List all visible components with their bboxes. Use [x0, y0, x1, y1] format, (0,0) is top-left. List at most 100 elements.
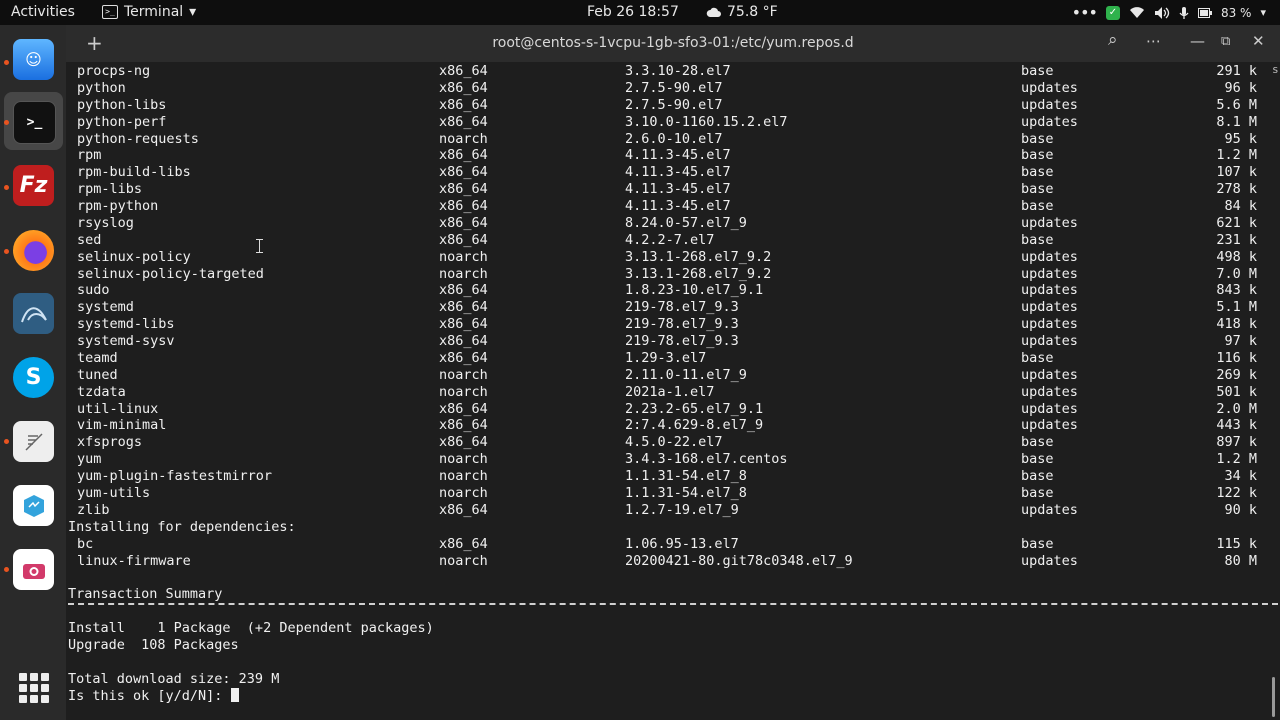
skype-icon[interactable]: S [13, 357, 54, 398]
package-arch: noarch [439, 451, 488, 468]
package-row: yum noarch 3.4.3-168.el7.centos base 1.2 M [66, 451, 1266, 468]
close-button[interactable]: ✕ [1252, 32, 1265, 50]
app-name: Terminal [124, 4, 184, 20]
weather-indicator[interactable]: 75.8 °F [706, 4, 778, 20]
package-name: xfsprogs [77, 434, 143, 451]
package-name: yum-plugin-fastestmirror [77, 468, 273, 485]
package-version: 2021a-1.el7 [625, 383, 715, 400]
package-name: systemd-libs [77, 316, 175, 333]
confirm-prompt[interactable]: Is this ok [y/d/N]: [68, 687, 239, 704]
package-name: sudo [77, 282, 110, 299]
filezilla-icon[interactable]: Fz [13, 165, 54, 206]
package-version: 4.11.3-45.el7 [625, 181, 731, 198]
package-version: 2.6.0-10.el7 [625, 130, 723, 147]
package-name: bc [77, 535, 94, 552]
package-size: 95 k [1224, 130, 1257, 147]
green-check-icon[interactable]: ✓ [1105, 5, 1120, 20]
package-repo: updates [1021, 113, 1078, 130]
package-row: selinux-policy-targeted noarch 3.13.1-268.… [66, 266, 1266, 283]
package-version: 20200421-80.git78c0348.el7_9 [625, 552, 853, 569]
package-row: systemd x86_64 219-78.el7_9.3 updates 5.1 M [66, 299, 1266, 316]
package-repo: updates [1021, 248, 1078, 265]
package-size: 107 k [1216, 164, 1257, 181]
chevron-down-icon[interactable]: ▾ [1260, 6, 1266, 19]
package-arch: x86_64 [439, 164, 488, 181]
battery-icon[interactable] [1197, 7, 1212, 18]
screenshot-icon[interactable] [13, 549, 54, 590]
package-row: vim-minimal x86_64 2:7.4.629-8.el7_9 update… [66, 417, 1266, 434]
package-size: 621 k [1216, 214, 1257, 231]
package-arch: x86_64 [439, 198, 488, 215]
package-version: 3.3.10-28.el7 [625, 63, 731, 79]
maximize-button[interactable]: ⧉ [1221, 34, 1230, 49]
package-version: 1.1.31-54.el7_8 [625, 468, 747, 485]
package-version: 2.7.5-90.el7 [625, 79, 723, 96]
package-name: systemd-sysv [77, 333, 175, 350]
package-row: sudo x86_64 1.8.23-10.el7_9.1 updates 843 k [66, 282, 1266, 299]
finder-icon[interactable]: ☺ [13, 39, 54, 80]
package-version: 219-78.el7_9.3 [625, 333, 739, 350]
package-version: 2.11.0-11.el7_9 [625, 366, 747, 383]
mysql-workbench-icon[interactable] [13, 293, 54, 334]
text-editor-icon[interactable] [13, 421, 54, 462]
package-size: 122 k [1216, 485, 1257, 501]
terminal-output[interactable]: procps-ng x86_64 3.3.10-28.el7 base 291 k pyt… [66, 62, 1280, 720]
search-icon[interactable]: ⌕ [1108, 30, 1118, 50]
separator-line [68, 603, 1278, 605]
package-version: 2.23.2-65.el7_9.1 [625, 400, 764, 417]
terminal-icon[interactable]: >_ [13, 101, 56, 144]
activities-button[interactable]: Activities [11, 4, 75, 20]
package-arch: x86_64 [439, 79, 488, 96]
running-indicator [4, 185, 9, 190]
menu-icon[interactable]: ⋯ [1146, 32, 1161, 50]
package-size: 291 k [1216, 63, 1257, 79]
package-repo: updates [1021, 333, 1078, 350]
package-arch: x86_64 [439, 434, 488, 451]
package-size: 84 k [1224, 198, 1257, 215]
package-name: procps-ng [77, 63, 151, 79]
scrollbar[interactable] [1272, 677, 1275, 717]
package-row: rpm-build-libs x86_64 4.11.3-45.el7 base 107… [66, 164, 1266, 181]
menu-dots-icon[interactable]: ••• [1072, 3, 1098, 22]
app-icon[interactable] [13, 485, 54, 526]
package-size: 96 k [1224, 79, 1257, 96]
package-repo: base [1021, 147, 1054, 164]
terminal-window[interactable]: + root@centos-s-1vcpu-1gb-sfo3-01:/etc/y… [66, 25, 1280, 720]
package-row: python-requests noarch 2.6.0-10.el7 base 95 … [66, 131, 1266, 148]
window-titlebar[interactable]: + root@centos-s-1vcpu-1gb-sfo3-01:/etc/y… [66, 25, 1280, 62]
top-bar: Activities >_ Terminal ▾ Feb 26 18:57 75… [0, 0, 1280, 25]
running-indicator [4, 567, 9, 572]
firefox-icon[interactable] [13, 230, 54, 271]
package-version: 8.24.0-57.el7_9 [625, 214, 747, 231]
package-arch: x86_64 [439, 282, 488, 299]
clock[interactable]: Feb 26 18:57 [587, 4, 679, 20]
grid-icon[interactable] [19, 673, 49, 703]
package-repo: updates [1021, 79, 1078, 96]
wifi-icon[interactable] [1129, 6, 1145, 19]
running-indicator [4, 249, 9, 254]
package-version: 3.10.0-1160.15.2.el7 [625, 113, 788, 130]
package-size: 418 k [1216, 316, 1257, 333]
package-version: 3.13.1-268.el7_9.2 [625, 265, 772, 282]
package-name: rpm [77, 147, 102, 164]
minimize-button[interactable]: — [1190, 32, 1205, 50]
mic-icon[interactable] [1179, 6, 1189, 20]
package-arch: noarch [439, 552, 488, 569]
app-menu[interactable]: >_ Terminal ▾ [102, 4, 196, 20]
running-indicator [4, 439, 9, 444]
package-repo: base [1021, 451, 1054, 468]
package-size: 97 k [1224, 333, 1257, 350]
dependencies-header: Installing for dependencies: [68, 518, 296, 535]
package-version: 1.06.95-13.el7 [625, 535, 739, 552]
package-row: rpm x86_64 4.11.3-45.el7 base 1.2 M [66, 147, 1266, 164]
system-tray[interactable]: ••• ✓ 83 % ▾ [1072, 3, 1266, 22]
upgrade-summary: Upgrade 108 Packages [68, 636, 239, 653]
package-name: selinux-policy [77, 248, 191, 265]
package-arch: noarch [439, 468, 488, 485]
battery-level: 83 % [1220, 5, 1252, 20]
package-version: 4.11.3-45.el7 [625, 147, 731, 164]
volume-icon[interactable] [1154, 6, 1170, 20]
package-size: 498 k [1216, 248, 1257, 265]
package-repo: base [1021, 349, 1054, 366]
package-name: zlib [77, 501, 110, 518]
